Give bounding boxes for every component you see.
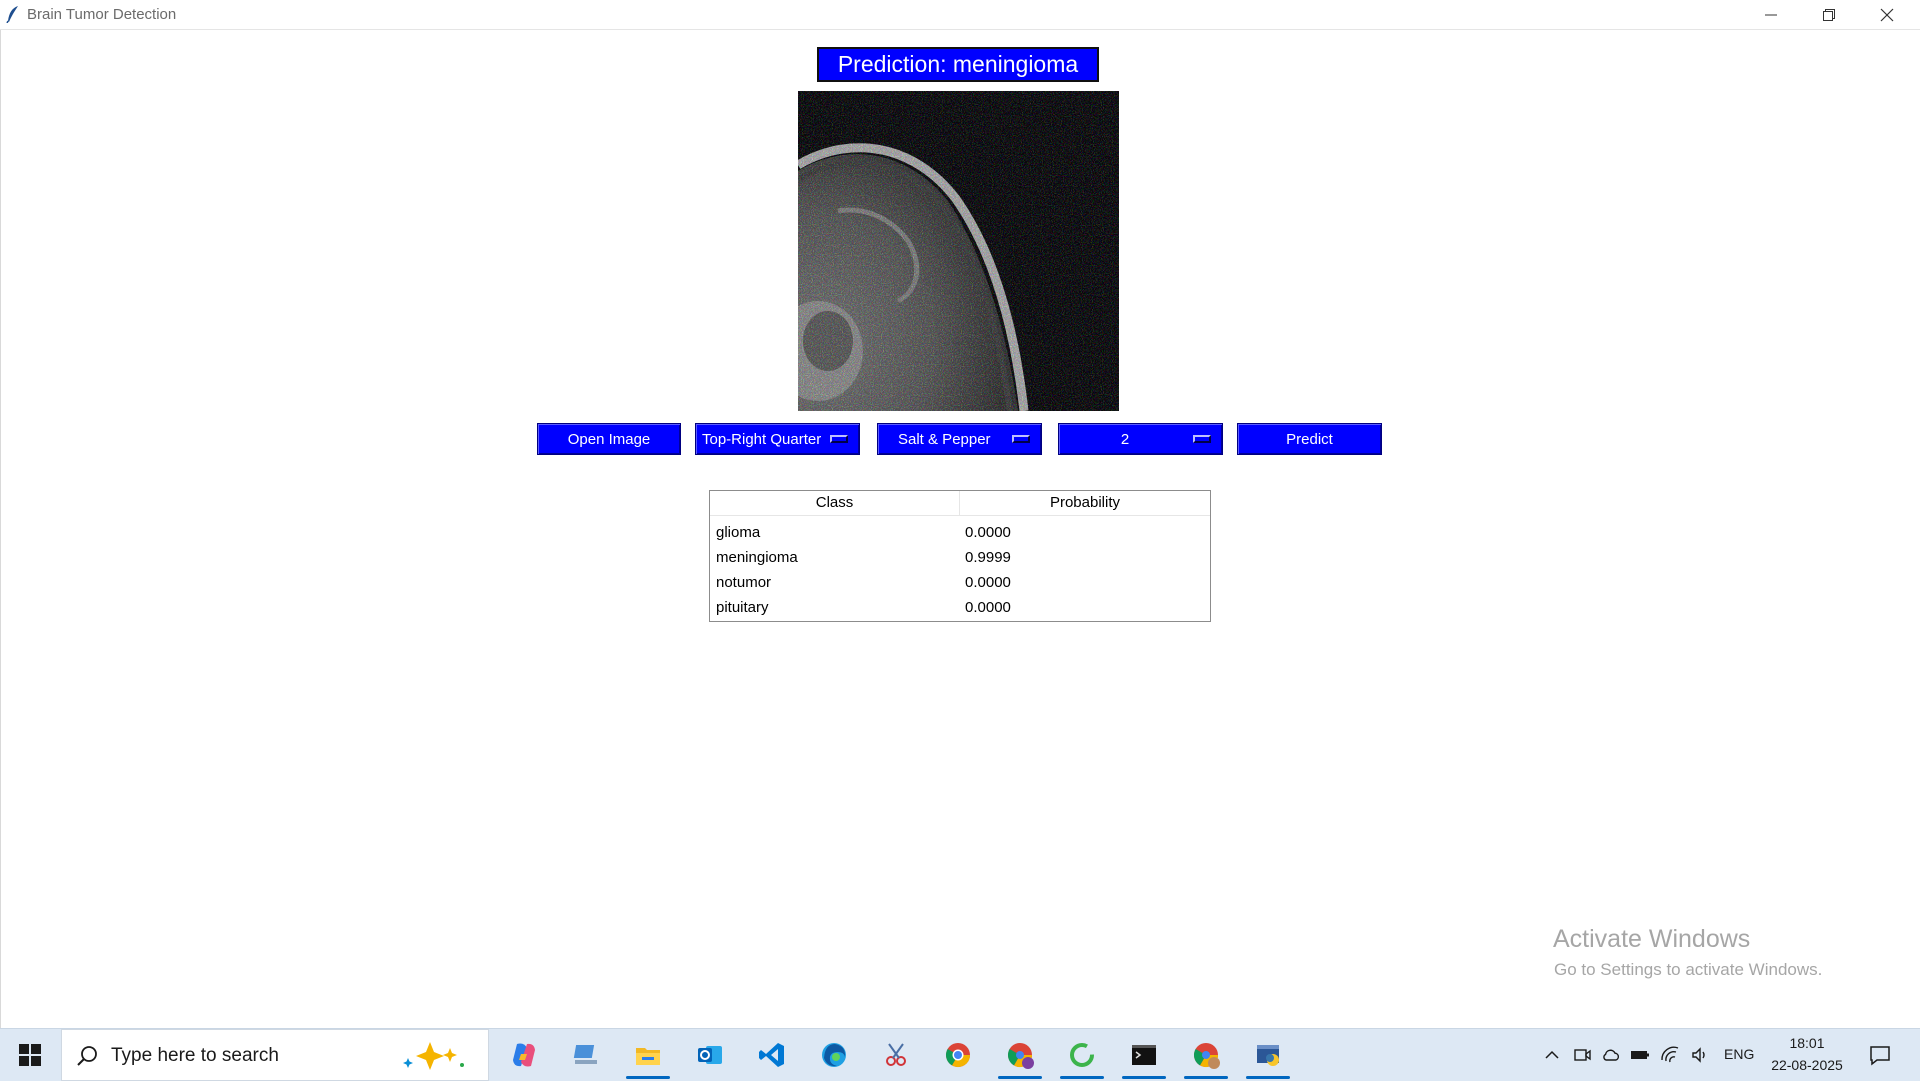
edge-icon <box>822 1043 846 1067</box>
class-cell: notumor <box>716 574 772 591</box>
window-title: Brain Tumor Detection <box>27 6 177 23</box>
snipping-tool-app-button[interactable] <box>868 1029 924 1081</box>
windows-logo-icon <box>19 1044 41 1066</box>
dropdown-indicator-icon <box>1193 435 1211 443</box>
minimize-icon <box>1765 14 1777 15</box>
python-app-button[interactable] <box>1240 1029 1296 1081</box>
window-title-bar[interactable]: Brain Tumor Detection <box>0 0 1920 30</box>
onedrive-cloud-icon[interactable] <box>1601 1045 1621 1065</box>
region-dropdown-value: Top-Right Quarter <box>702 431 822 448</box>
start-button[interactable] <box>0 1029 60 1081</box>
class-cell: glioma <box>716 524 761 541</box>
prediction-label: Prediction: meningioma <box>817 47 1099 82</box>
feather-icon <box>6 6 18 23</box>
predict-button[interactable]: Predict <box>1237 423 1382 455</box>
clock-date[interactable]: 22-08-2025 <box>1765 1057 1849 1073</box>
vscode-icon <box>759 1043 784 1067</box>
file-icon <box>573 1045 597 1064</box>
search-icon <box>77 1046 97 1066</box>
dropdown-indicator-icon <box>830 435 848 443</box>
probability-cell: 0.9999 <box>965 549 1011 566</box>
table-row[interactable]: meningioma 0.9999 <box>710 546 1210 571</box>
snipping-tool-icon <box>886 1043 906 1066</box>
meet-now-icon[interactable] <box>1572 1045 1592 1065</box>
probability-cell: 0.0000 <box>965 574 1011 591</box>
notification-center-icon[interactable] <box>1868 1043 1892 1067</box>
file-explorer-app-button[interactable] <box>620 1029 676 1081</box>
wifi-icon[interactable] <box>1660 1045 1680 1065</box>
edge-app-button[interactable] <box>806 1029 862 1081</box>
refresh-app-button[interactable] <box>1054 1029 1110 1081</box>
volume-icon[interactable] <box>1690 1045 1710 1065</box>
vscode-app-button[interactable] <box>744 1029 800 1081</box>
taskbar: Type here to search ENG 18:01 22-08-2025 <box>0 1028 1920 1081</box>
python-app-icon <box>1257 1045 1279 1066</box>
refresh-app-icon <box>1070 1043 1094 1067</box>
copilot-app-button[interactable] <box>496 1029 552 1081</box>
column-header-probability[interactable]: Probability <box>960 491 1210 516</box>
region-dropdown[interactable]: Top-Right Quarter <box>695 423 860 455</box>
probability-table[interactable]: Class Probability glioma 0.0000 meningio… <box>709 490 1211 622</box>
table-row[interactable]: pituitary 0.0000 <box>710 596 1210 621</box>
noise-type-dropdown-value: Salt & Pepper <box>898 431 991 448</box>
noise-level-dropdown[interactable]: 2 <box>1058 423 1223 455</box>
file-explorer-icon <box>636 1048 660 1065</box>
outlook-icon <box>698 1046 722 1064</box>
activation-watermark-subtitle: Go to Settings to activate Windows. <box>1554 960 1823 979</box>
activation-watermark-title: Activate Windows <box>1553 925 1751 953</box>
battery-icon[interactable] <box>1630 1045 1650 1065</box>
restore-button[interactable] <box>1800 0 1858 29</box>
taskbar-search-box[interactable]: Type here to search <box>61 1029 489 1081</box>
chevron-up-icon[interactable] <box>1542 1045 1562 1065</box>
restore-icon <box>1823 8 1835 21</box>
terminal-app-button[interactable] <box>1116 1029 1172 1081</box>
class-cell: meningioma <box>716 549 798 566</box>
close-icon <box>1880 8 1894 21</box>
chrome-icon <box>945 1043 970 1068</box>
noise-type-dropdown[interactable]: Salt & Pepper <box>877 423 1042 455</box>
search-placeholder: Type here to search <box>111 1045 279 1066</box>
noise-level-dropdown-value: 2 <box>1120 431 1130 448</box>
outlook-app-button[interactable] <box>682 1029 738 1081</box>
minimize-button[interactable] <box>1742 0 1800 29</box>
column-header-class[interactable]: Class <box>710 491 960 516</box>
probability-cell: 0.0000 <box>965 599 1011 616</box>
terminal-icon <box>1132 1045 1156 1065</box>
file-app-button[interactable] <box>558 1029 614 1081</box>
class-cell: pituitary <box>716 599 769 616</box>
chrome-app-button[interactable] <box>930 1029 986 1081</box>
probability-cell: 0.0000 <box>965 524 1011 541</box>
chrome-user-app-button[interactable] <box>1178 1029 1234 1081</box>
chrome-user-icon <box>1193 1043 1220 1069</box>
open-image-button[interactable]: Open Image <box>537 423 681 455</box>
sparkle-icon <box>403 1042 464 1070</box>
chrome-profile-app-button[interactable] <box>992 1029 1048 1081</box>
clock-time[interactable]: 18:01 <box>1770 1035 1844 1051</box>
chrome-profile-icon <box>1007 1043 1034 1069</box>
input-language-indicator[interactable]: ENG <box>1724 1046 1754 1062</box>
dropdown-indicator-icon <box>1012 435 1030 443</box>
table-row[interactable]: notumor 0.0000 <box>710 571 1210 596</box>
mri-scan-image <box>798 91 1119 411</box>
close-button[interactable] <box>1858 0 1916 29</box>
copilot-icon <box>513 1043 535 1067</box>
table-row[interactable]: glioma 0.0000 <box>710 521 1210 546</box>
